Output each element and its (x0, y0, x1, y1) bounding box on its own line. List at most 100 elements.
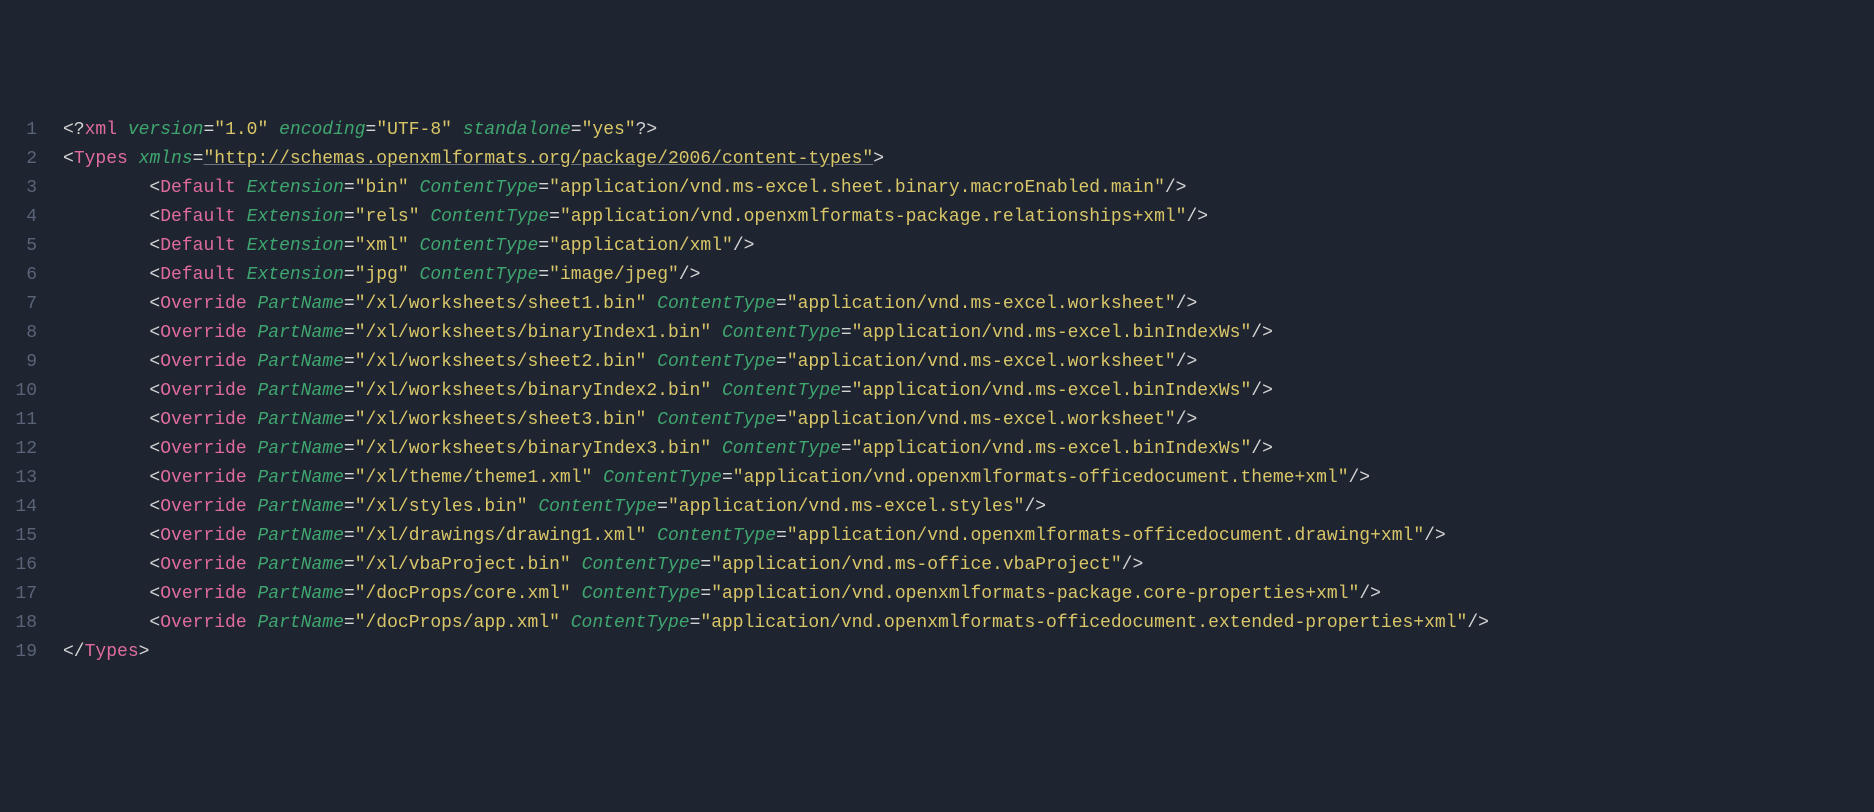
code-line: <Default Extension="bin" ContentType="ap… (63, 174, 1874, 203)
tag-name-types-close: Types (85, 642, 139, 662)
self-close: /> (1176, 294, 1198, 314)
attr-value: "/xl/vbaProject.bin" (355, 555, 571, 575)
attr-value: "application/vnd.openxmlformats-officedo… (787, 526, 1424, 546)
attr-value: "application/vnd.openxmlformats-officedo… (733, 468, 1349, 488)
xml-pi-close: ?> (636, 120, 658, 140)
close-tag-bracket: > (139, 642, 150, 662)
attr-value: "application/vnd.ms-excel.styles" (668, 497, 1024, 517)
tag-open-bracket: < (63, 149, 74, 169)
code-line: <Override PartName="/xl/worksheets/binar… (63, 435, 1874, 464)
code-editor: 12345678910111213141516171819 <?xml vers… (0, 116, 1874, 667)
attr-name: ContentType (722, 323, 841, 343)
attr-name: ContentType (657, 526, 776, 546)
attr-name: PartName (257, 584, 343, 604)
self-close: /> (1359, 584, 1381, 604)
attr-value: "application/vnd.ms-excel.worksheet" (787, 352, 1176, 372)
self-close: /> (1467, 613, 1489, 633)
code-content[interactable]: <?xml version="1.0" encoding="UTF-8" sta… (55, 116, 1874, 667)
attr-name: ContentType (430, 207, 549, 227)
code-line: <Override PartName="/docProps/core.xml" … (63, 580, 1874, 609)
self-close: /> (1165, 178, 1187, 198)
line-number: 10 (0, 377, 37, 406)
attr-name: PartName (257, 526, 343, 546)
code-line: <Override PartName="/xl/theme/theme1.xml… (63, 464, 1874, 493)
self-close: /> (1176, 352, 1198, 372)
tag-close-bracket: > (873, 149, 884, 169)
attr-value: "/docProps/core.xml" (355, 584, 571, 604)
self-close: /> (679, 265, 701, 285)
line-number: 15 (0, 522, 37, 551)
attr-value: "application/vnd.openxmlformats-package.… (560, 207, 1187, 227)
attr-name: ContentType (582, 584, 701, 604)
attr-value-xmlns: "http://schemas.openxmlformats.org/packa… (203, 149, 873, 169)
line-number: 17 (0, 580, 37, 609)
self-close: /> (1176, 410, 1198, 430)
attr-name: ContentType (657, 352, 776, 372)
code-line: <Override PartName="/xl/worksheets/sheet… (63, 290, 1874, 319)
code-line: <?xml version="1.0" encoding="UTF-8" sta… (63, 116, 1874, 145)
tag-name-override: Override (160, 381, 246, 401)
attr-value: "rels" (355, 207, 420, 227)
attr-value: "/xl/theme/theme1.xml" (355, 468, 593, 488)
self-close: /> (1024, 497, 1046, 517)
self-close: /> (1424, 526, 1446, 546)
attr-name: ContentType (582, 555, 701, 575)
xml-pi-target: xml (85, 120, 117, 140)
attr-name: PartName (257, 497, 343, 517)
tag-name-default: Default (160, 236, 236, 256)
code-line: <Default Extension="jpg" ContentType="im… (63, 261, 1874, 290)
attr-value: "application/vnd.ms-excel.binIndexWs" (852, 439, 1252, 459)
line-number: 4 (0, 203, 37, 232)
line-number: 9 (0, 348, 37, 377)
line-number: 12 (0, 435, 37, 464)
code-line: <Override PartName="/docProps/app.xml" C… (63, 609, 1874, 638)
attr-value: "application/vnd.openxmlformats-officedo… (700, 613, 1467, 633)
code-line: <Override PartName="/xl/worksheets/sheet… (63, 348, 1874, 377)
attr-value: "application/vnd.ms-excel.worksheet" (787, 410, 1176, 430)
tag-name-default: Default (160, 207, 236, 227)
attr-value: "/xl/worksheets/sheet3.bin" (355, 410, 647, 430)
attr-value: "image/jpeg" (549, 265, 679, 285)
close-tag-bracket: </ (63, 642, 85, 662)
attr-name: ContentType (657, 294, 776, 314)
attr-value: "bin" (355, 178, 409, 198)
attr-name: Extension (247, 265, 344, 285)
attr-name: PartName (257, 613, 343, 633)
attr-value: "application/vnd.ms-excel.binIndexWs" (852, 323, 1252, 343)
code-line: <Override PartName="/xl/styles.bin" Cont… (63, 493, 1874, 522)
tag-name-override: Override (160, 497, 246, 517)
attr-name: Extension (247, 236, 344, 256)
attr-value: "/xl/worksheets/binaryIndex1.bin" (355, 323, 711, 343)
self-close: /> (1251, 323, 1273, 343)
attr-name: PartName (257, 410, 343, 430)
code-line: <Override PartName="/xl/drawings/drawing… (63, 522, 1874, 551)
attr-value: "/xl/worksheets/sheet1.bin" (355, 294, 647, 314)
attr-name: ContentType (657, 410, 776, 430)
attr-value: "1.0" (214, 120, 268, 140)
self-close: /> (1251, 381, 1273, 401)
tag-name-override: Override (160, 555, 246, 575)
attr-value: "application/vnd.ms-excel.binIndexWs" (852, 381, 1252, 401)
line-number: 6 (0, 261, 37, 290)
attr-name: PartName (257, 352, 343, 372)
tag-name-override: Override (160, 468, 246, 488)
self-close: /> (1122, 555, 1144, 575)
attr-name: PartName (257, 555, 343, 575)
code-line: </Types> (63, 638, 1874, 667)
attr-value: "yes" (582, 120, 636, 140)
tag-name-override: Override (160, 584, 246, 604)
attr-value: "/docProps/app.xml" (355, 613, 560, 633)
tag-name-override: Override (160, 439, 246, 459)
attr-name: standalone (463, 120, 571, 140)
attr-name: ContentType (538, 497, 657, 517)
attr-name: ContentType (420, 236, 539, 256)
attr-name: ContentType (571, 613, 690, 633)
attr-value: "jpg" (355, 265, 409, 285)
line-number: 19 (0, 638, 37, 667)
attr-name: ContentType (603, 468, 722, 488)
self-close: /> (1251, 439, 1273, 459)
tag-name-types: Types (74, 149, 128, 169)
attr-value: "application/vnd.ms-office.vbaProject" (711, 555, 1121, 575)
line-number: 16 (0, 551, 37, 580)
tag-name-override: Override (160, 323, 246, 343)
